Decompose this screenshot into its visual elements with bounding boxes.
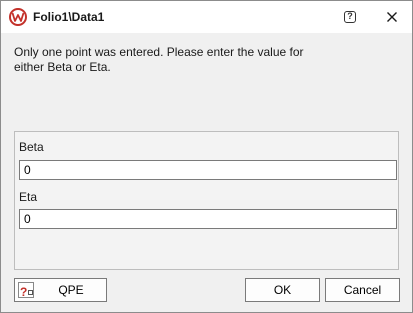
- close-button[interactable]: [379, 6, 405, 28]
- eta-input[interactable]: [19, 209, 397, 229]
- window-title: Folio1\Data1: [33, 10, 105, 24]
- cancel-button[interactable]: Cancel: [325, 278, 400, 302]
- qpe-button[interactable]: ? QPE: [14, 278, 107, 302]
- qpe-icon: ?: [18, 282, 34, 299]
- eta-label: Eta: [19, 190, 38, 204]
- qpe-icon-square: [28, 290, 33, 295]
- app-logo-icon: [9, 8, 27, 26]
- beta-label: Beta: [19, 140, 44, 154]
- title-bar[interactable]: Folio1\Data1 ?: [1, 1, 412, 33]
- message-line-1: Only one point was entered. Please enter…: [14, 45, 304, 59]
- beta-input[interactable]: [19, 160, 397, 180]
- qpe-button-label: QPE: [58, 283, 84, 297]
- message-line-2: either Beta or Eta.: [14, 60, 111, 74]
- qpe-icon-glyph: ?: [20, 285, 28, 299]
- dialog-window: Folio1\Data1 ? Only one point was entere…: [0, 0, 413, 313]
- ok-button[interactable]: OK: [245, 278, 320, 302]
- help-button[interactable]: ?: [338, 6, 362, 28]
- help-icon: ?: [344, 11, 356, 23]
- instruction-message: Only one point was entered. Please enter…: [14, 45, 394, 75]
- close-icon: [387, 12, 397, 22]
- parameter-group: Beta Eta: [14, 131, 399, 270]
